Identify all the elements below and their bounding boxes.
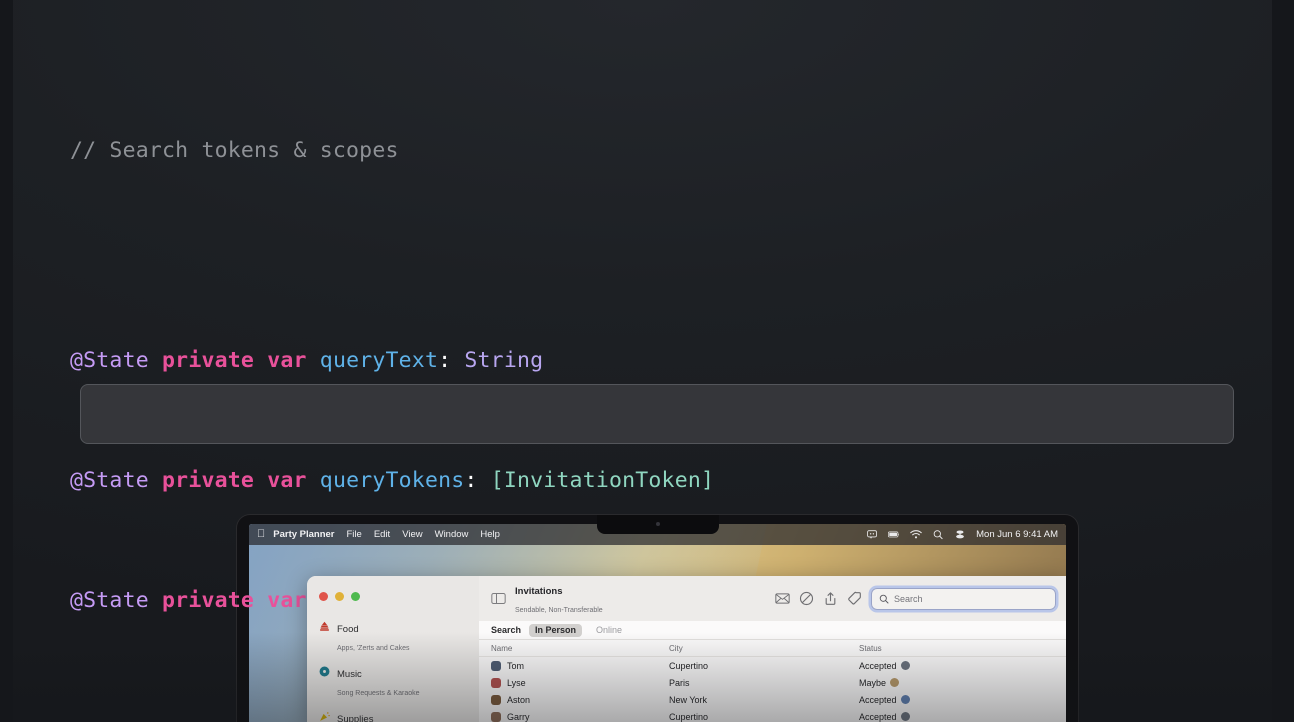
laptop-notch-camera	[596, 515, 719, 534]
sidebar-music-title: Music	[337, 669, 362, 680]
cell-name: Lyse	[479, 677, 669, 688]
cell-name-text: Lyse	[507, 677, 526, 688]
search-field[interactable]: Search	[871, 587, 1056, 610]
siri-icon[interactable]	[954, 529, 966, 540]
cell-status: Maybe	[859, 678, 1066, 688]
avatar	[491, 660, 501, 671]
status-avatar-icon	[890, 678, 900, 687]
sidebar-food-text: Food Apps, 'Zerts and Cakes	[337, 619, 410, 655]
cell-name-text: Tom	[507, 660, 525, 671]
status-avatar-icon	[900, 712, 910, 721]
code-line-querytext: @State private var queryText: String	[70, 348, 544, 373]
status-avatar-icon	[900, 661, 910, 670]
close-button[interactable]	[319, 592, 328, 601]
table-header-row: Name City Status	[479, 640, 1066, 657]
menu-bar-status-area: Mon Jun 6 9:41 AM	[866, 529, 1058, 540]
cell-status: Accepted	[859, 661, 1066, 671]
table-row[interactable]: Tom Cupertino Accepted	[479, 657, 1066, 674]
menu-item-file[interactable]: File	[347, 529, 362, 540]
cell-city: Paris	[669, 677, 690, 688]
cell-status-text: Accepted	[859, 711, 897, 722]
music-disc-icon	[319, 666, 330, 677]
sidebar-food-title: Food	[337, 624, 359, 635]
sidebar-supplies-title: Supplies	[337, 714, 374, 722]
control-center-icon[interactable]	[866, 529, 878, 540]
avatar	[491, 711, 501, 722]
share-icon[interactable]	[823, 591, 838, 606]
search-icon	[879, 594, 889, 604]
sidebar-music-subtitle: Song Requests & Karaoke	[337, 690, 420, 697]
header-city[interactable]: City	[669, 644, 859, 653]
menu-item-view[interactable]: View	[402, 529, 422, 540]
sidebar-food-subtitle: Apps, 'Zerts and Cakes	[337, 645, 410, 652]
cell-status: Accepted	[859, 712, 1066, 722]
menu-app-name[interactable]: Party Planner	[273, 529, 334, 540]
app-sidebar: Food Apps, 'Zerts and Cakes Music Song R…	[307, 576, 479, 722]
code-blank-1	[70, 226, 1137, 256]
sidebar-item-music[interactable]: Music Song Requests & Karaoke	[307, 660, 479, 705]
scope-chip-online[interactable]: Online	[590, 624, 628, 637]
slide-stage: // Search tokens & scopes @State private…	[0, 0, 1294, 722]
status-avatar-icon	[900, 695, 910, 704]
search-scope-bar: Search In Person Online	[479, 621, 1066, 640]
cell-city: New York	[669, 694, 708, 705]
cell-name: Tom	[479, 660, 669, 671]
cell-name-text: Aston	[507, 694, 531, 705]
mail-icon[interactable]	[775, 591, 790, 606]
scope-bar-label: Search	[491, 625, 522, 636]
cell-name-text: Garry	[507, 711, 530, 722]
search-placeholder: Search	[894, 593, 923, 604]
apple-logo-icon[interactable]: 	[257, 529, 265, 540]
tag-icon[interactable]	[847, 591, 862, 606]
invitations-table: Name City Status Tom Cupertino Accepted …	[479, 640, 1066, 722]
avatar	[491, 677, 501, 688]
menu-item-edit[interactable]: Edit	[374, 529, 390, 540]
party-planner-window: Food Apps, 'Zerts and Cakes Music Song R…	[307, 576, 1066, 722]
menu-item-help[interactable]: Help	[480, 529, 500, 540]
cell-status: Accepted	[859, 695, 1066, 705]
cell-status-text: Maybe	[859, 677, 887, 688]
minimize-button[interactable]	[335, 592, 344, 601]
spotlight-search-icon[interactable]	[932, 529, 944, 540]
sidebar-music-text: Music Song Requests & Karaoke	[337, 664, 420, 700]
no-entry-icon[interactable]	[799, 591, 814, 606]
toolbar-title-group: Invitations Sendable, Non-Transferable	[515, 581, 603, 617]
avatar	[491, 694, 501, 705]
cell-name: Aston	[479, 694, 669, 705]
sidebar-item-supplies[interactable]: Supplies Streamers, Plates, Cups	[307, 705, 479, 722]
table-row[interactable]: Lyse Paris Maybe	[479, 674, 1066, 691]
window-traffic-lights	[307, 582, 479, 615]
app-content: Invitations Sendable, Non-Transferable S…	[479, 576, 1066, 722]
table-row[interactable]: Garry Cupertino Accepted	[479, 708, 1066, 722]
app-toolbar: Invitations Sendable, Non-Transferable S…	[479, 576, 1066, 622]
toolbar-subtitle: Sendable, Non-Transferable	[515, 606, 603, 614]
toolbar-title: Invitations	[515, 585, 563, 597]
cell-status-text: Accepted	[859, 694, 897, 705]
cell-city: Cupertino	[669, 711, 709, 722]
scope-chip-in-person[interactable]: In Person	[529, 623, 583, 637]
code-line-querytokens: @State private var queryTokens: [Invitat…	[70, 468, 715, 493]
sidebar-supplies-text: Supplies Streamers, Plates, Cups	[337, 709, 413, 722]
party-popper-icon	[320, 712, 330, 721]
sidebar-item-food[interactable]: Food Apps, 'Zerts and Cakes	[307, 615, 479, 660]
battery-icon[interactable]	[888, 529, 900, 540]
menu-bar-clock[interactable]: Mon Jun 6 9:41 AM	[976, 529, 1058, 540]
menu-item-window[interactable]: Window	[435, 529, 469, 540]
sidebar-toggle-icon[interactable]	[491, 591, 506, 606]
cell-status-text: Accepted	[859, 660, 897, 671]
zoom-button[interactable]	[351, 592, 360, 601]
wifi-icon[interactable]	[910, 529, 922, 540]
header-status[interactable]: Status	[859, 644, 1066, 653]
cell-name: Garry	[479, 711, 669, 722]
cell-city: Cupertino	[669, 660, 709, 671]
presentation-slide: // Search tokens & scopes @State private…	[13, 0, 1272, 722]
code-line-comment: // Search tokens & scopes	[70, 138, 399, 163]
table-row[interactable]: Aston New York Accepted	[479, 691, 1066, 708]
header-name[interactable]: Name	[479, 644, 669, 653]
cake-icon	[320, 621, 329, 631]
